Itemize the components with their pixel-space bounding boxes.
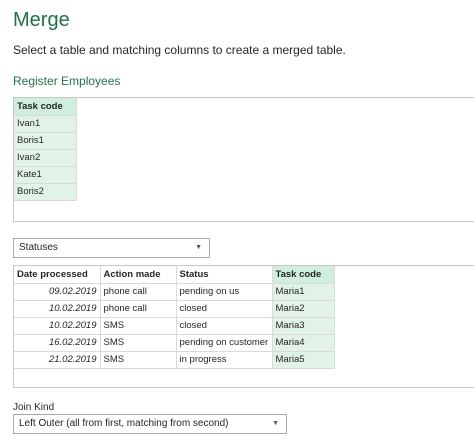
table-row: Ivan1 [14,115,77,133]
join-kind-dropdown[interactable]: Left Outer (all from first, matching fro… [13,414,287,434]
table-row: 10.02.2019 SMS closed Maria3 [14,317,335,335]
table-row: Ivan2 [14,149,77,167]
column-header-task-code[interactable]: Task code [272,266,335,284]
column-header-task-code[interactable]: Task code [14,98,77,116]
second-table-grid: Date processed Action made Status Task c… [14,266,335,369]
table-cell: Maria4 [272,334,335,352]
table-cell: SMS [100,334,177,352]
chevron-down-icon: ▼ [272,420,279,427]
table-cell: closed [176,317,273,335]
table-cell: Ivan2 [14,149,77,167]
column-header-date-processed[interactable]: Date processed [14,266,101,284]
table-cell: 10.02.2019 [14,317,101,335]
table-cell: Ivan1 [14,115,77,133]
table-row: 09.02.2019 phone call pending on us Maria1 [14,283,335,301]
first-table-name: Register Employees [13,74,121,88]
table-cell: SMS [100,317,177,335]
table-cell: phone call [100,283,177,301]
table-row: Boris1 [14,132,77,150]
table-cell: Maria1 [272,283,335,301]
table-cell: phone call [100,300,177,318]
chevron-down-icon: ▼ [195,244,202,251]
table-cell: Maria3 [272,317,335,335]
table-cell: 10.02.2019 [14,300,101,318]
column-header-action-made[interactable]: Action made [100,266,177,284]
first-table-grid: Task code Ivan1 Boris1 Ivan2 Kate1 Boris2 [14,98,77,201]
table-cell: closed [176,300,273,318]
first-table-preview: Task code Ivan1 Boris1 Ivan2 Kate1 Boris2 [13,97,474,222]
table-cell: SMS [100,351,177,369]
table-cell: pending on us [176,283,273,301]
table-cell: Boris1 [14,132,77,150]
table-cell: 21.02.2019 [14,351,101,369]
second-table-dropdown-value: Statuses [19,242,58,253]
second-table-preview: Date processed Action made Status Task c… [13,265,474,388]
table-row: Kate1 [14,166,77,184]
table-cell: 09.02.2019 [14,283,101,301]
table-row: 16.02.2019 SMS pending on customer Maria4 [14,334,335,352]
table-row: 10.02.2019 phone call closed Maria2 [14,300,335,318]
join-kind-dropdown-value: Left Outer (all from first, matching fro… [19,418,229,429]
dialog-subtitle: Select a table and matching columns to c… [13,43,346,57]
table-cell: Kate1 [14,166,77,184]
table-cell: 16.02.2019 [14,334,101,352]
table-cell: pending on customer [176,334,273,352]
table-cell: in progress [176,351,273,369]
column-header-status[interactable]: Status [176,266,273,284]
table-row: 21.02.2019 SMS in progress Maria5 [14,351,335,369]
table-row: Boris2 [14,183,77,201]
second-table-dropdown[interactable]: Statuses ▼ [13,238,210,258]
table-cell: Maria2 [272,300,335,318]
table-cell: Boris2 [14,183,77,201]
dialog-title: Merge [13,9,70,31]
table-cell: Maria5 [272,351,335,369]
join-kind-label: Join Kind [13,402,55,413]
